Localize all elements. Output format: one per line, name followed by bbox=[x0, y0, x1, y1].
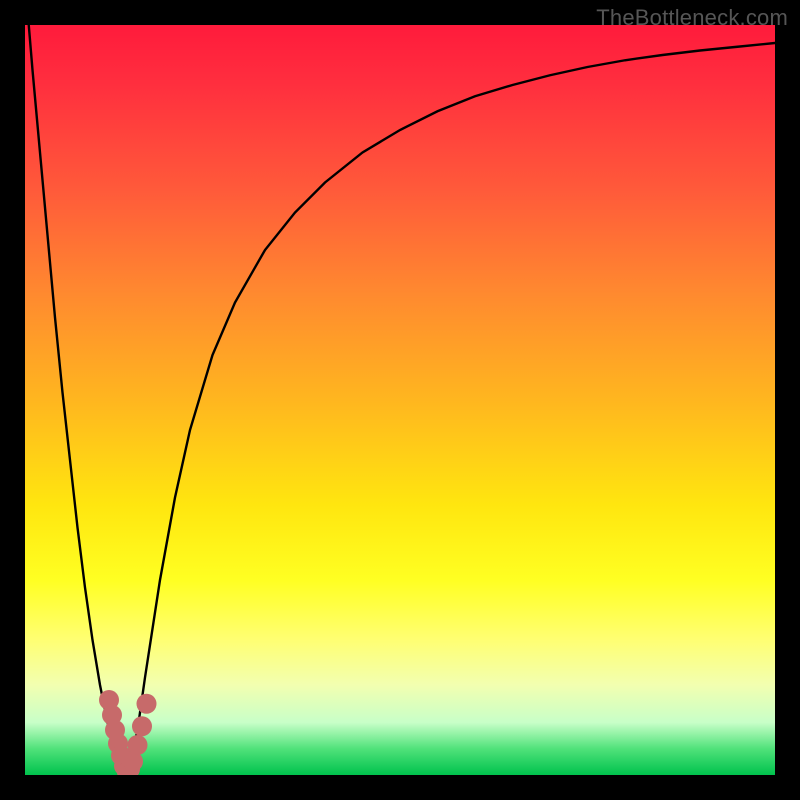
plot-area bbox=[25, 25, 775, 775]
bottleneck-curve bbox=[29, 25, 775, 775]
highlight-dot bbox=[137, 694, 157, 714]
highlight-dot bbox=[132, 716, 152, 736]
chart-svg bbox=[25, 25, 775, 775]
chart-frame: TheBottleneck.com bbox=[0, 0, 800, 800]
watermark-text: TheBottleneck.com bbox=[596, 5, 788, 31]
highlight-dot bbox=[128, 735, 148, 755]
